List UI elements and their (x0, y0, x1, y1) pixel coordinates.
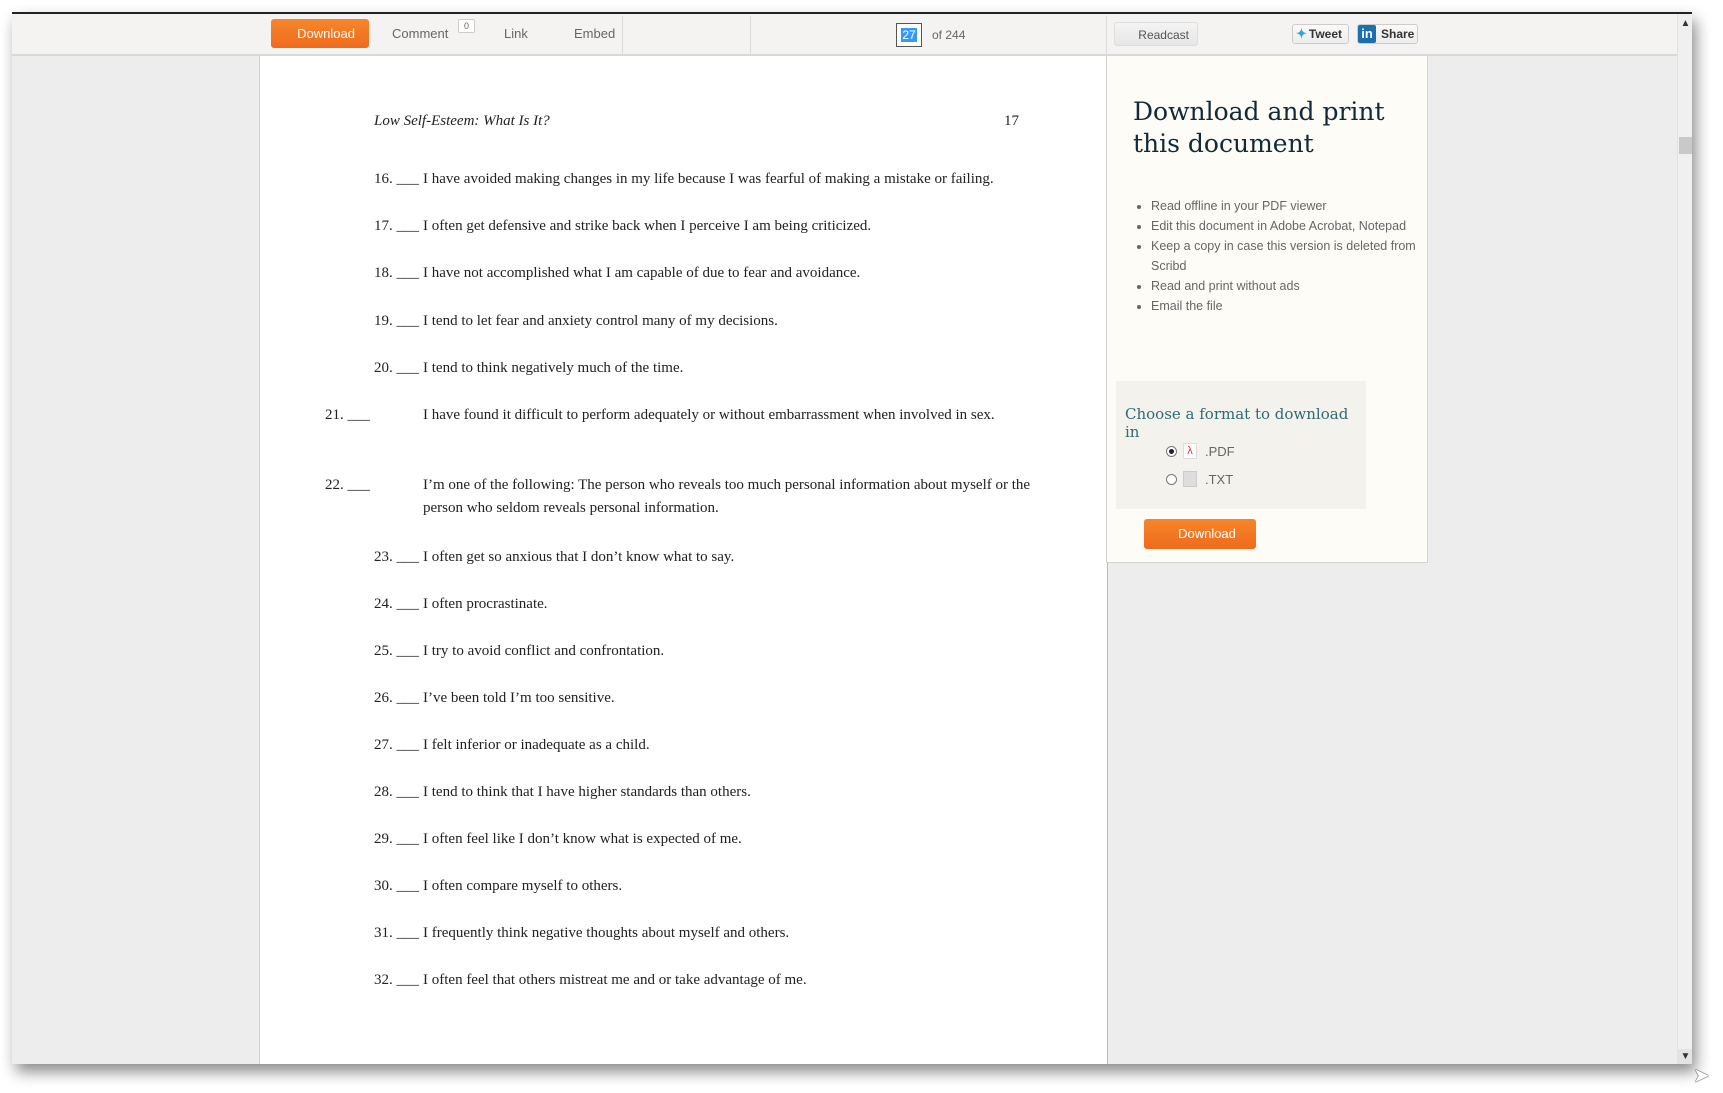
share-label: Share (1381, 27, 1415, 41)
format-chooser: Choose a format to download in λ .PDF .T… (1116, 381, 1366, 509)
readcast-button[interactable]: Readcast (1114, 22, 1198, 46)
radio-txt[interactable] (1166, 473, 1177, 485)
question-number: 25. ___ (374, 643, 419, 659)
question-number: 16. ___ (374, 171, 419, 187)
scroll-down-icon[interactable]: ▼ (1678, 1049, 1692, 1064)
question-item: 28. ___ I tend to think that I have highe… (374, 781, 1014, 804)
question-item: 22. ___ I’m one of the following: The per… (325, 474, 1063, 520)
twitter-bird-icon: ✦ (1296, 26, 1307, 41)
question-text: I’m one of the following: The person who… (423, 477, 1031, 516)
toolbar-divider (750, 16, 751, 54)
format-option-txt[interactable]: .TXT (1166, 471, 1233, 487)
question-item: 21. ___ I have found it difficult to perf… (325, 404, 1063, 427)
question-number: 27. ___ (374, 737, 419, 753)
comment-button[interactable]: Comment (392, 14, 448, 54)
format-label: .TXT (1205, 471, 1234, 487)
scrollbar-thumb[interactable] (1679, 137, 1692, 154)
question-text: I frequently think negative thoughts abo… (423, 925, 790, 941)
link-button[interactable]: Link (504, 14, 528, 54)
question-number: 20. ___ (374, 360, 419, 376)
panel-download-button[interactable]: Download (1144, 519, 1256, 549)
mouse-cursor-icon: ➤ (1693, 1065, 1710, 1087)
panel-title: Download and print this document (1133, 97, 1385, 158)
question-text: I often feel that others mistreat me and… (423, 972, 807, 988)
question-number: 31. ___ (374, 925, 419, 941)
question-item: 32. ___ I often feel that others mistreat… (374, 969, 1014, 992)
question-item: 18. ___ I have not accomplished what I am… (374, 262, 1014, 285)
scroll-up-icon[interactable]: ▲ (1678, 16, 1692, 31)
question-item: 23. ___ I often get so anxious that I don… (374, 546, 1014, 569)
comment-count-badge: 0 (458, 19, 475, 33)
question-text: I have avoided making changes in my life… (423, 171, 994, 187)
format-title: Choose a format to download in (1125, 405, 1349, 441)
running-header: Low Self-Esteem: What Is It? (374, 113, 550, 129)
question-item: 20. ___ I tend to think negatively much o… (374, 357, 1014, 380)
toolbar-divider (1106, 16, 1107, 54)
radio-pdf[interactable] (1166, 445, 1177, 457)
tweet-button[interactable]: ✦ Tweet (1292, 24, 1349, 44)
question-text: I felt inferior or inadequate as a child… (423, 737, 650, 753)
question-number: 24. ___ (374, 596, 419, 612)
question-number: 29. ___ (374, 831, 419, 847)
question-number: 26. ___ (374, 690, 419, 706)
question-item: 25. ___ I try to avoid conflict and confr… (374, 640, 1014, 663)
question-text: I often procrastinate. (423, 596, 548, 612)
question-text: I often feel like I don’t know what is e… (423, 831, 742, 847)
question-text: I have not accomplished what I am capabl… (423, 265, 861, 281)
linkedin-share-button[interactable]: in Share (1357, 24, 1418, 44)
benefit-item: Email the file (1151, 296, 1421, 316)
question-number: 30. ___ (374, 878, 419, 894)
question-text: I tend to let fear and anxiety control m… (423, 313, 778, 329)
text-file-icon (1183, 471, 1197, 487)
question-number: 19. ___ (374, 313, 419, 329)
pdf-file-icon: λ (1183, 443, 1197, 459)
question-number: 18. ___ (374, 265, 419, 281)
page-number-input[interactable]: 27 (896, 23, 922, 47)
browser-window: Download Comment 0 Link Embed 27 of 244 … (12, 12, 1692, 1064)
question-text: I often get so anxious that I don’t know… (423, 549, 735, 565)
page-total: of 244 (932, 28, 966, 42)
question-number: 22. ___ (325, 477, 370, 493)
download-panel: Download and print this document Read of… (1106, 56, 1428, 563)
benefit-item: Keep a copy in case this version is dele… (1151, 236, 1421, 276)
vertical-scrollbar[interactable]: ▲ ▼ (1677, 14, 1692, 1064)
question-item: 19. ___ I tend to let fear and anxiety co… (374, 310, 1014, 333)
question-item: 30. ___ I often compare myself to others. (374, 875, 1014, 898)
question-text: I often get defensive and strike back wh… (423, 218, 872, 234)
question-text: I have found it difficult to perform ade… (423, 407, 995, 423)
question-item: 27. ___ I felt inferior or inadequate as … (374, 734, 1014, 757)
document-toolbar: Download Comment 0 Link Embed 27 of 244 … (12, 14, 1677, 56)
format-label: .PDF (1205, 443, 1235, 459)
toolbar-divider (622, 16, 623, 54)
question-item: 16. ___ I have avoided making changes in … (374, 168, 1014, 191)
benefits-list: Read offline in your PDF viewer Edit thi… (1133, 196, 1421, 316)
page-number: 17 (1004, 113, 1019, 129)
question-item: 31. ___ I frequently think negative thoug… (374, 922, 1014, 945)
question-text: I tend to think that I have higher stand… (423, 784, 751, 800)
question-text: I’ve been told I’m too sensitive. (423, 690, 615, 706)
question-number: 32. ___ (374, 972, 419, 988)
benefit-item: Edit this document in Adobe Acrobat, Not… (1151, 216, 1421, 236)
question-number: 23. ___ (374, 549, 419, 565)
document-page: Low Self-Esteem: What Is It? 17 16. ___ I… (259, 56, 1108, 1064)
question-number: 28. ___ (374, 784, 419, 800)
question-item: 26. ___ I’ve been told I’m too sensitive. (374, 687, 1014, 710)
question-text: I try to avoid conflict and confrontatio… (423, 643, 665, 659)
linkedin-icon: in (1358, 25, 1376, 43)
question-item: 17. ___ I often get defensive and strike … (374, 215, 1014, 238)
format-option-pdf[interactable]: λ .PDF (1166, 443, 1235, 459)
question-item: 24. ___ I often procrastinate. (374, 593, 1014, 616)
toolbar-download-button[interactable]: Download (271, 19, 369, 48)
question-number: 17. ___ (374, 218, 419, 234)
tweet-label: Tweet (1308, 27, 1343, 41)
embed-button[interactable]: Embed (574, 14, 615, 54)
question-text: I tend to think negatively much of the t… (423, 360, 684, 376)
question-text: I often compare myself to others. (423, 878, 623, 894)
question-number: 21. ___ (325, 407, 370, 423)
benefit-item: Read and print without ads (1151, 276, 1421, 296)
page-number-value: 27 (901, 28, 917, 42)
question-item: 29. ___ I often feel like I don’t know wh… (374, 828, 1014, 851)
benefit-item: Read offline in your PDF viewer (1151, 196, 1421, 216)
